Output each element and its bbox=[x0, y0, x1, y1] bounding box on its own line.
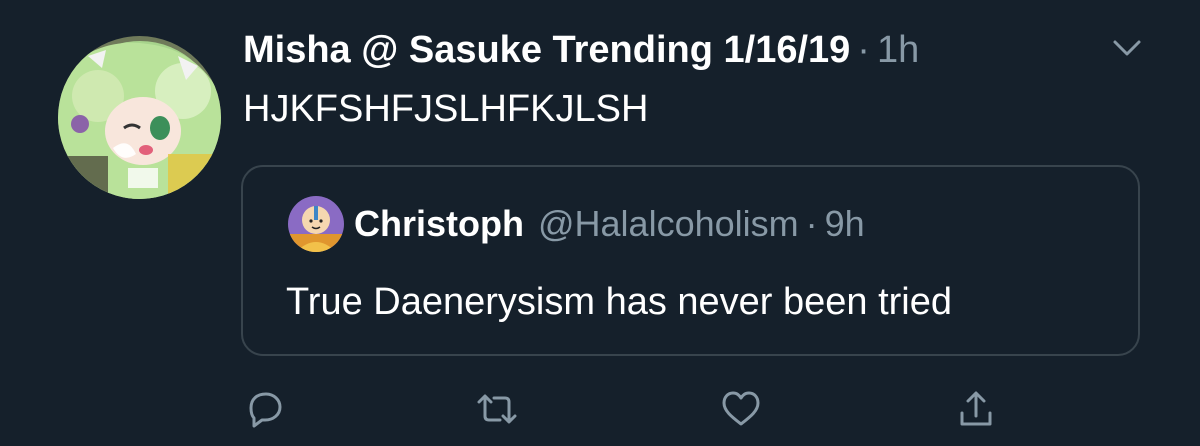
quoted-separator-dot: · bbox=[805, 203, 818, 244]
share-button[interactable] bbox=[953, 386, 999, 432]
quoted-tweet-card[interactable]: Christoph @Halalcoholism · 9h True Daene… bbox=[241, 165, 1140, 356]
chevron-down-icon bbox=[1113, 40, 1141, 56]
tweet-header: Misha @ Sasuke Trending 1/16/19 · 1h bbox=[243, 24, 919, 76]
quoted-tweet-text: True Daenerysism has never been tried bbox=[286, 281, 953, 323]
quoted-user-avatar[interactable] bbox=[288, 196, 344, 252]
heart-icon bbox=[722, 391, 760, 426]
tweet-time[interactable]: 1h bbox=[877, 29, 919, 72]
separator-dot: · bbox=[857, 28, 870, 71]
anime-character-avatar bbox=[58, 36, 221, 199]
quoted-tweet-header: Christoph @Halalcoholism · 9h bbox=[354, 199, 865, 249]
quoted-display-name[interactable]: Christoph bbox=[354, 203, 524, 245]
reply-button[interactable] bbox=[242, 386, 288, 432]
like-button[interactable] bbox=[718, 386, 764, 432]
retweet-icon bbox=[477, 394, 517, 424]
reply-icon bbox=[249, 392, 282, 428]
display-name[interactable]: Misha @ Sasuke Trending 1/16/19 bbox=[243, 29, 850, 72]
cartoon-monk-avatar bbox=[288, 196, 344, 252]
tweet-text: HJKFSHFJSLHFKJLSH bbox=[243, 88, 649, 130]
retweet-button[interactable] bbox=[474, 386, 520, 432]
share-icon bbox=[960, 391, 992, 426]
tweet-menu-button[interactable] bbox=[1110, 36, 1144, 60]
quoted-handle[interactable]: @Halalcoholism bbox=[538, 203, 799, 245]
user-avatar[interactable] bbox=[58, 36, 221, 199]
quoted-tweet-time[interactable]: 9h bbox=[825, 203, 865, 245]
